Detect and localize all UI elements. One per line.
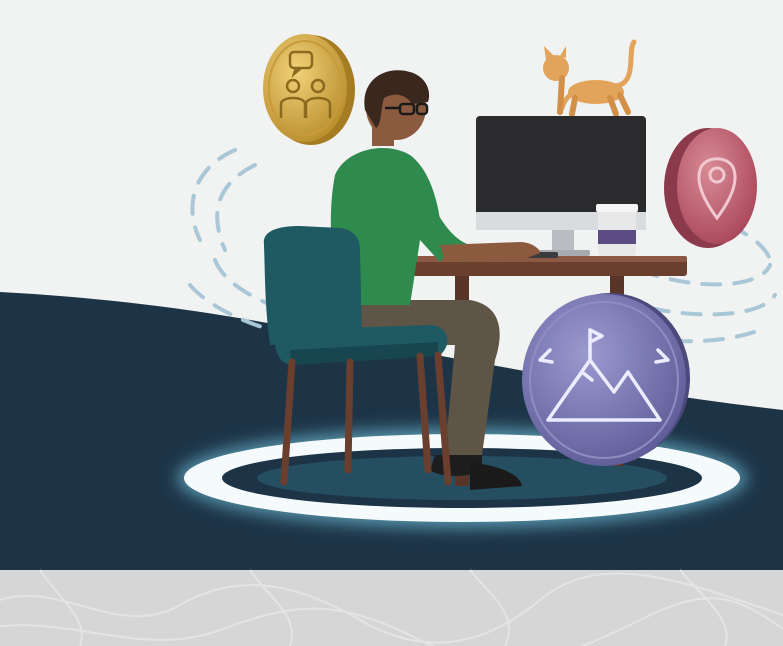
map-pin-icon (664, 128, 757, 248)
illustration-svg (0, 0, 783, 646)
coffee-cup (596, 204, 638, 256)
illustration-scene (0, 0, 783, 646)
